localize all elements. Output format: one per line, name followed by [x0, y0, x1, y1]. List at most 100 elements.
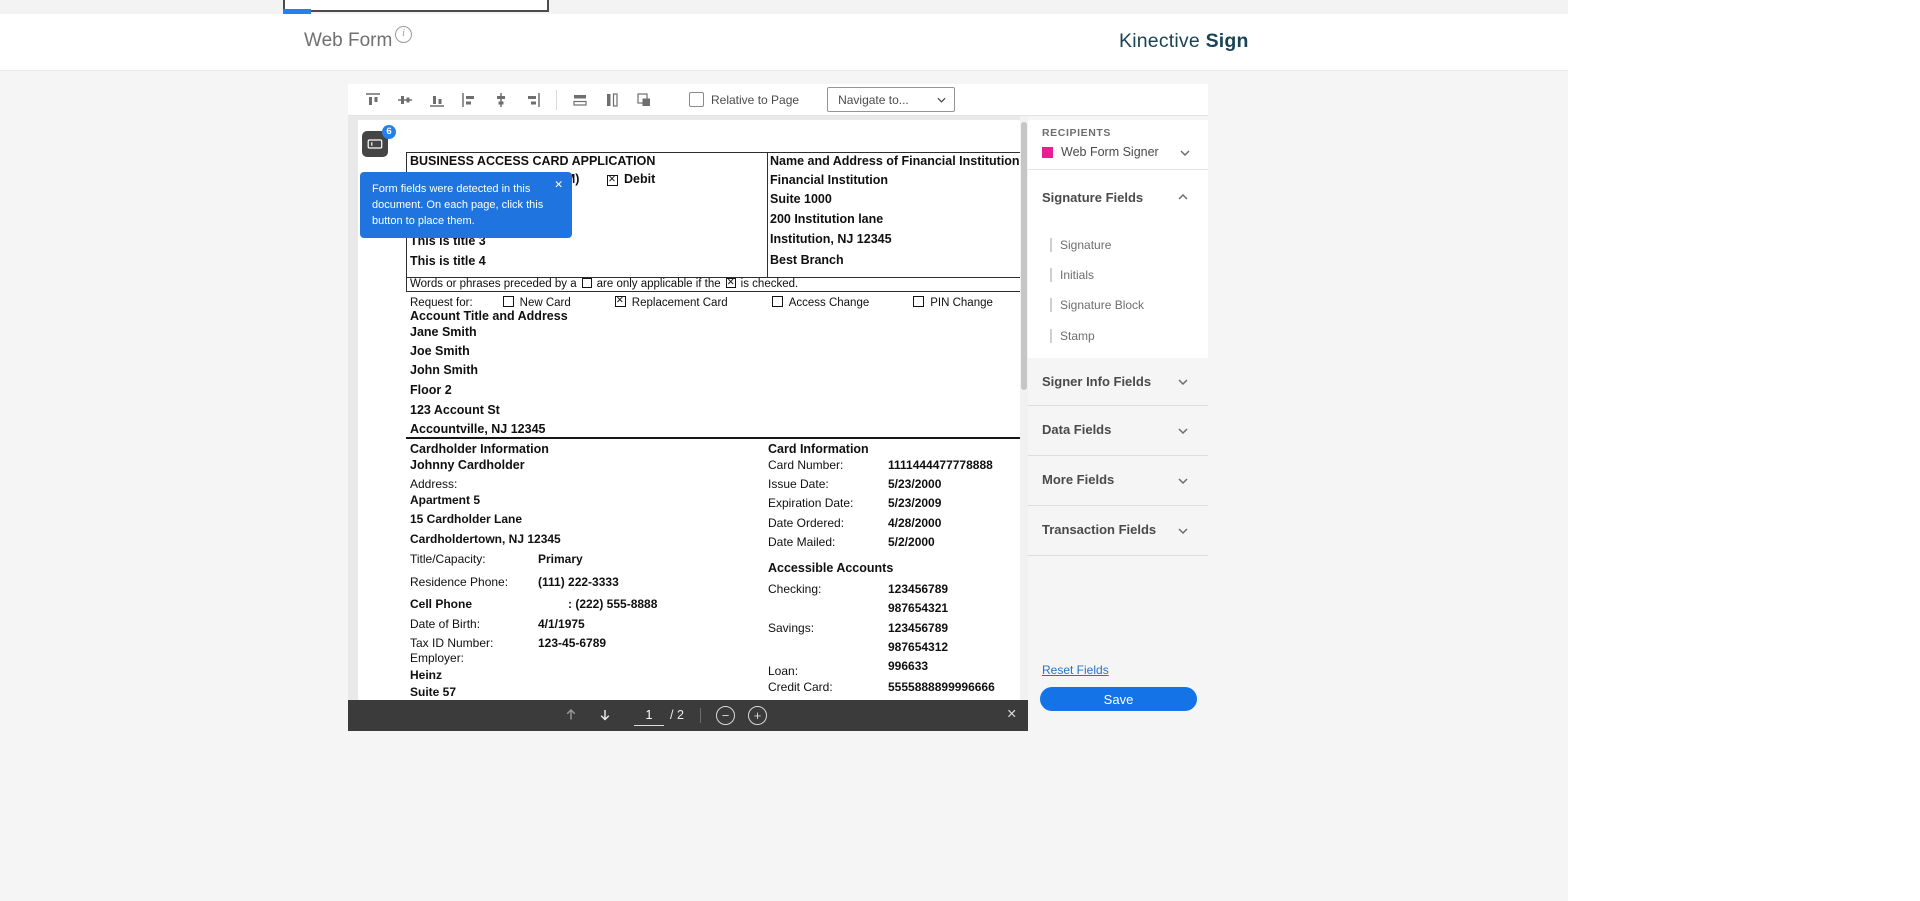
chevron-down-icon — [1180, 150, 1190, 156]
chevron-down-icon — [1178, 428, 1188, 434]
doc-detail-value: Primary — [538, 552, 583, 566]
doc-request-label: Request for: — [410, 297, 473, 309]
drag-handle — [1050, 329, 1052, 343]
detected-fields-count-badge: 6 — [382, 125, 396, 139]
doc-cardholder-name: Johnny Cardholder — [410, 458, 525, 472]
close-viewer-icon[interactable]: ✕ — [1007, 708, 1017, 721]
page-navigation-bar: / 2 − + ✕ — [348, 700, 1028, 731]
tooltip-close-icon[interactable]: ✕ — [554, 180, 563, 191]
brand-logo: Kinective Sign — [1119, 30, 1249, 53]
doc-address-line: 15 Cardholder Lane — [410, 512, 522, 526]
drag-handle — [1050, 268, 1052, 282]
equal-size-icon[interactable] — [631, 88, 657, 112]
page-number-input[interactable] — [634, 705, 664, 726]
navigate-dropdown[interactable]: Navigate to... — [827, 87, 955, 112]
doc-card-label: Card Number: — [768, 458, 843, 472]
doc-words-line: Words or phrases preceded by aare only a… — [410, 278, 798, 290]
align-vertical-center-icon[interactable] — [392, 88, 418, 112]
doc-section-divider — [406, 437, 1020, 439]
relative-to-page-checkbox[interactable]: Relative to Page — [689, 92, 799, 107]
align-left-icon[interactable] — [456, 88, 482, 112]
field-item-initials[interactable]: Initials — [1028, 267, 1208, 291]
doc-account-number-label: Loan: — [768, 664, 798, 678]
info-icon[interactable]: i — [395, 26, 412, 43]
doc-account-number-value: 5555888899996666 — [888, 680, 995, 694]
chevron-up-icon[interactable] — [1178, 194, 1188, 200]
doc-words-pre: Words or phrases preceded by a — [410, 278, 577, 290]
doc-card-label: Expiration Date: — [768, 496, 853, 510]
field-item-stamp[interactable]: Stamp — [1028, 328, 1208, 352]
detected-fields-tooltip: Form fields were detected in this docume… — [360, 172, 572, 238]
field-item-label: Signature Block — [1060, 298, 1144, 312]
doc-institution-line: Financial Institution — [770, 173, 888, 187]
doc-title4: This is title 4 — [410, 254, 486, 268]
equal-height-icon[interactable] — [599, 88, 625, 112]
doc-detail-label: Cell Phone — [410, 597, 472, 611]
field-alignment-toolbar: Relative to Page Navigate to... — [348, 84, 1208, 116]
doc-checked-box-glyph — [726, 278, 736, 288]
doc-address-line: Apartment 5 — [410, 493, 480, 507]
doc-option-label: Access Change — [789, 297, 870, 309]
toolbar-separator — [556, 90, 557, 110]
recipient-selector[interactable]: Web Form Signer — [1028, 142, 1208, 168]
align-top-icon[interactable] — [360, 88, 386, 112]
brand-bold: Sign — [1206, 30, 1249, 52]
field-item-signature[interactable]: Signature — [1028, 237, 1208, 261]
doc-account-number-label: Savings: — [768, 621, 814, 635]
brand-regular: Kinective — [1119, 30, 1200, 52]
doc-card-value: 5/2/2000 — [888, 535, 935, 549]
navigate-dropdown-value: Navigate to... — [838, 93, 909, 107]
doc-institution-line: Suite 1000 — [770, 192, 832, 206]
section-signature-fields[interactable]: Signature Fields — [1042, 190, 1143, 205]
equal-width-icon[interactable] — [567, 88, 593, 112]
align-right-icon[interactable] — [520, 88, 546, 112]
doc-words-post: is checked. — [741, 278, 799, 290]
doc-title: BUSINESS ACCESS CARD APPLICATION — [410, 154, 655, 168]
document-viewer: BUSINESS ACCESS CARD APPLICATION (ATM) D… — [348, 116, 1028, 731]
align-bottom-icon[interactable] — [424, 88, 450, 112]
doc-account-number-label: Credit Card: — [768, 680, 833, 694]
doc-institution-header: Name and Address of Financial Institutio… — [770, 154, 1020, 168]
form-field-icon — [367, 136, 383, 152]
field-item-label: Signature — [1060, 238, 1111, 252]
doc-account-title-header: Account Title and Address — [410, 309, 568, 323]
doc-card-value: 5/23/2009 — [888, 496, 941, 510]
reset-fields-link[interactable]: Reset Fields — [1042, 663, 1109, 677]
chevron-down-icon — [1178, 528, 1188, 534]
previous-page-icon[interactable] — [564, 707, 578, 725]
chevron-down-icon — [1178, 478, 1188, 484]
section-more-fields[interactable]: More Fields — [1028, 456, 1208, 506]
field-item-signature-block[interactable]: Signature Block — [1028, 297, 1208, 321]
doc-address-line: Cardholdertown, NJ 12345 — [410, 532, 561, 546]
doc-card-info-header: Card Information — [768, 442, 869, 456]
scrollbar-thumb[interactable] — [1021, 122, 1027, 390]
doc-employer-line: Suite 57 — [410, 685, 456, 699]
section-label: Data Fields — [1042, 422, 1111, 437]
zoom-in-icon[interactable]: + — [748, 706, 767, 725]
section-label: Signer Info Fields — [1042, 374, 1151, 389]
partial-overlay-box — [283, 0, 549, 12]
next-page-icon[interactable] — [598, 708, 612, 726]
chevron-down-icon — [937, 97, 946, 103]
doc-table-column-border — [767, 153, 768, 277]
doc-address-label: Address: — [410, 477, 457, 491]
zoom-out-icon[interactable]: − — [716, 706, 735, 725]
doc-option-checkbox — [913, 296, 924, 307]
doc-unchecked-box-glyph — [582, 278, 592, 288]
drag-handle — [1050, 238, 1052, 252]
doc-institution-line: Best Branch — [770, 253, 844, 267]
doc-cardholder-header: Cardholder Information — [410, 442, 549, 456]
section-signer-info-fields[interactable]: Signer Info Fields — [1028, 358, 1208, 406]
align-horizontal-center-icon[interactable] — [488, 88, 514, 112]
doc-card-value: 5/23/2000 — [888, 477, 941, 491]
section-transaction-fields[interactable]: Transaction Fields — [1028, 506, 1208, 556]
doc-detail-value: : (222) 555-8888 — [568, 597, 657, 611]
doc-card-label: Date Mailed: — [768, 535, 835, 549]
chevron-down-icon — [1178, 379, 1188, 385]
doc-card-value: 1111444477778888 — [888, 458, 993, 472]
save-button[interactable]: Save — [1040, 687, 1197, 711]
recipient-color-swatch — [1042, 147, 1053, 158]
checkbox-box[interactable] — [689, 92, 704, 107]
document-scrollbar[interactable] — [1020, 116, 1028, 731]
section-data-fields[interactable]: Data Fields — [1028, 406, 1208, 456]
